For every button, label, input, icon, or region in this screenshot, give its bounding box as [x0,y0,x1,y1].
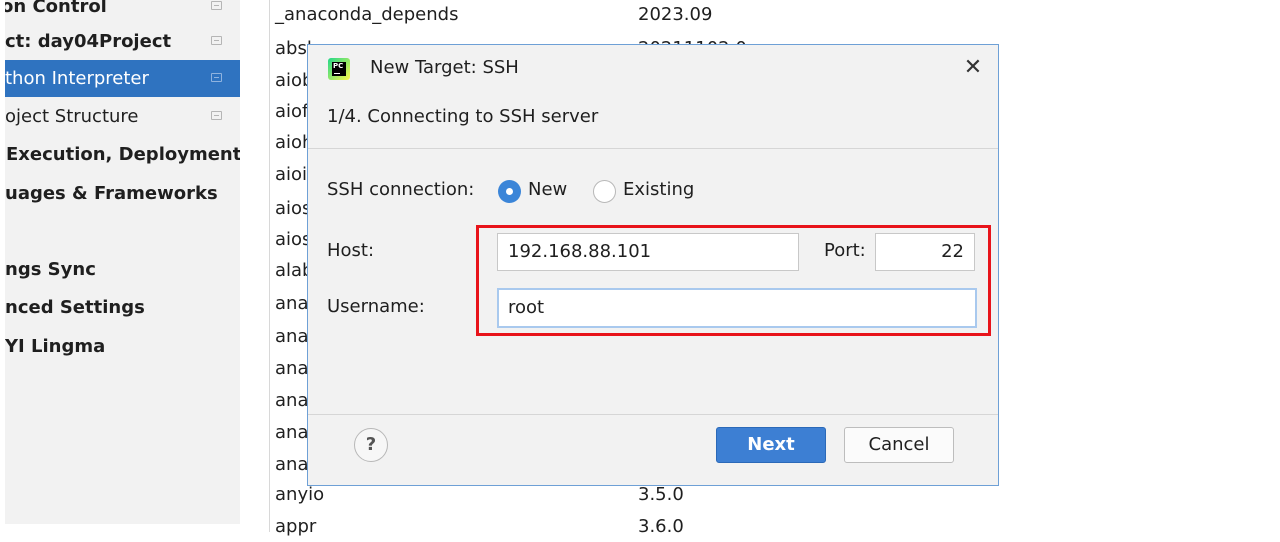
radio-existing-connection[interactable] [593,180,616,203]
username-field[interactable]: root [497,288,977,328]
package-name: ana [275,358,309,379]
username-label: Username: [327,296,425,317]
table-row[interactable]: appr 3.6.0 [275,512,1265,542]
footer-divider [308,414,998,415]
ssh-connection-label: SSH connection: [327,179,475,200]
close-icon[interactable]: ✕ [960,55,986,81]
package-name: ana [275,390,309,411]
host-field[interactable]: 192.168.88.101 [497,233,799,271]
radio-existing-label[interactable]: Existing [623,177,694,203]
sidebar-item-advanced-settings[interactable]: nced Settings [5,289,240,326]
sidebar-item-label: ct: day04Project [5,31,172,52]
port-field[interactable]: 22 [875,233,975,271]
step-indicator: 1/4. Connecting to SSH server [327,106,599,127]
package-name: aioi [275,164,308,185]
sidebar-item-label: oject Structure [5,106,139,127]
help-button[interactable]: ? [354,428,388,462]
port-label: Port: [824,240,866,261]
new-target-ssh-dialog: PC New Target: SSH ✕ 1/4. Connecting to … [307,44,999,486]
sidebar-item-label: ngs Sync [5,259,96,280]
sidebar-item-build-execution-deployment[interactable]: Execution, Deployment [5,136,240,173]
pycharm-logo-icon: PC [328,58,350,80]
project-settings-icon [211,111,222,120]
next-button[interactable]: Next [716,427,826,463]
sidebar-item-python-interpreter[interactable]: thon Interpreter [5,60,240,97]
package-name: aios [275,198,312,219]
cancel-button[interactable]: Cancel [844,427,954,463]
package-name: _anaconda_depends [275,4,459,25]
sidebar-item-label: uages & Frameworks [5,183,218,204]
package-name: ana [275,454,309,475]
project-settings-icon [211,73,222,82]
host-label: Host: [327,240,375,261]
sidebar-item-label: nced Settings [5,297,145,318]
settings-sidebar: on Control ct: day04Project thon Interpr… [5,0,240,524]
package-version: 2023.09 [638,4,713,25]
project-settings-icon [211,36,222,45]
table-row[interactable]: _anaconda_depends 2023.09 [275,0,1265,30]
sidebar-item-languages-frameworks[interactable]: uages & Frameworks [5,175,240,212]
sidebar-item-settings-sync[interactable]: ngs Sync [5,251,240,288]
package-version: 3.6.0 [638,516,684,537]
sidebar-item-label: YI Lingma [5,336,106,357]
package-name: aiof [275,101,309,122]
sidebar-item-label: Execution, Deployment [6,144,240,165]
package-name: aios [275,229,312,250]
package-name: ana [275,422,309,443]
project-settings-icon [211,1,222,10]
package-name: appr [275,516,317,537]
sidebar-item-project[interactable]: ct: day04Project [5,23,240,60]
sidebar-item-project-structure[interactable]: oject Structure [5,98,240,135]
radio-new-connection[interactable] [498,180,521,203]
sidebar-item-label: on Control [5,0,107,17]
sidebar-item-tongyi-lingma[interactable]: YI Lingma [5,328,240,365]
package-name: ana [275,293,309,314]
sidebar-item-version-control[interactable]: on Control [5,0,240,25]
panel-divider [269,0,270,532]
package-name: ana [275,326,309,347]
header-divider [308,148,998,149]
dialog-title: New Target: SSH [370,57,519,78]
radio-new-label[interactable]: New [528,177,567,203]
sidebar-item-label: thon Interpreter [5,68,149,89]
